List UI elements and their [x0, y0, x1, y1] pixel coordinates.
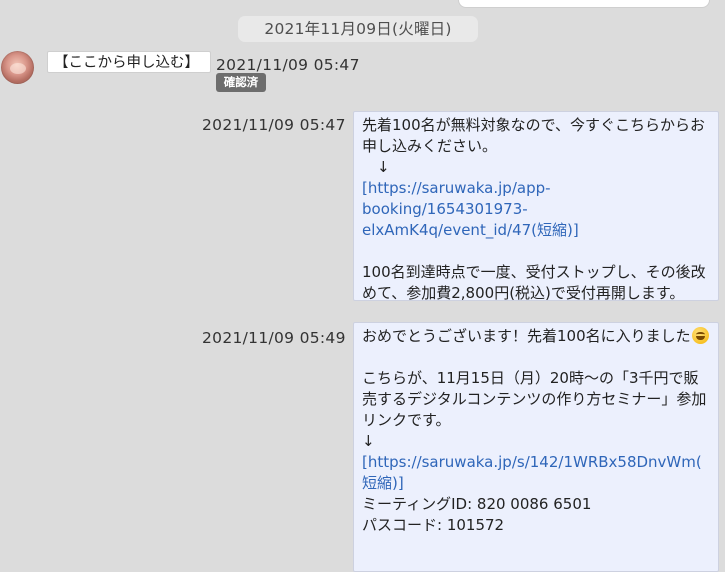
message-text: おめでとうございます！先着100名に入りました: [362, 327, 691, 345]
date-separator: 2021年11月09日(火曜日): [238, 16, 478, 42]
message-line: 100名到達時点で一度、受付ストップし、その後改: [362, 263, 706, 281]
booking-link[interactable]: booking/1654301973-: [362, 199, 714, 220]
meeting-id: ミーティングID: 820 0086 6501: [362, 495, 592, 513]
down-arrow-line: ↓: [362, 432, 375, 450]
outgoing-message-bubble[interactable]: 先着100名が無料対象なので、今すぐこちらからお 申し込みください。 ↓ [ht…: [353, 111, 719, 302]
passcode: パスコード: 101572: [362, 516, 505, 534]
booking-link[interactable]: elxAmK4q/event_id/47(短縮)]: [362, 220, 714, 241]
outgoing-message-bubble[interactable]: おめでとうございます！先着100名に入りました こちらが、11月15日（月）20…: [353, 322, 719, 572]
seminar-link[interactable]: [https://saruwaka.jp/s/142/1WRBx58DnvWm(: [362, 452, 714, 473]
message-timestamp: 2021/11/09 05:47: [216, 56, 360, 74]
message-line: めて、参加費2,800円(税込)で受付再開します。: [362, 284, 685, 302]
seminar-link[interactable]: 短縮)]: [362, 473, 714, 494]
read-status-badge: 確認済: [216, 73, 266, 92]
sender-avatar[interactable]: [1, 51, 34, 84]
message-line: リンクです。: [362, 411, 451, 429]
message-timestamp: 2021/11/09 05:47: [202, 116, 346, 134]
message-timestamp: 2021/11/09 05:49: [202, 329, 346, 347]
grinning-face-emoji-icon: [691, 327, 709, 344]
booking-link[interactable]: [https://saruwaka.jp/app-: [362, 178, 714, 199]
message-line: こちらが、11月15日（月）20時〜の「3千円で販: [362, 369, 699, 387]
previous-message-bubble-edge: [458, 0, 710, 8]
message-line: 先着100名が無料対象なので、今すぐこちらからお: [362, 116, 706, 134]
message-line: 売するデジタルコンテンツの作り方セミナー」参加: [362, 390, 707, 408]
incoming-message-text: 【ここから申し込む】: [54, 55, 199, 71]
message-line: おめでとうございます！先着100名に入りました: [362, 326, 714, 347]
down-arrow-line: ↓: [362, 158, 390, 176]
incoming-message-bubble[interactable]: 【ここから申し込む】: [47, 51, 211, 73]
message-line: 申し込みください。: [362, 137, 498, 155]
